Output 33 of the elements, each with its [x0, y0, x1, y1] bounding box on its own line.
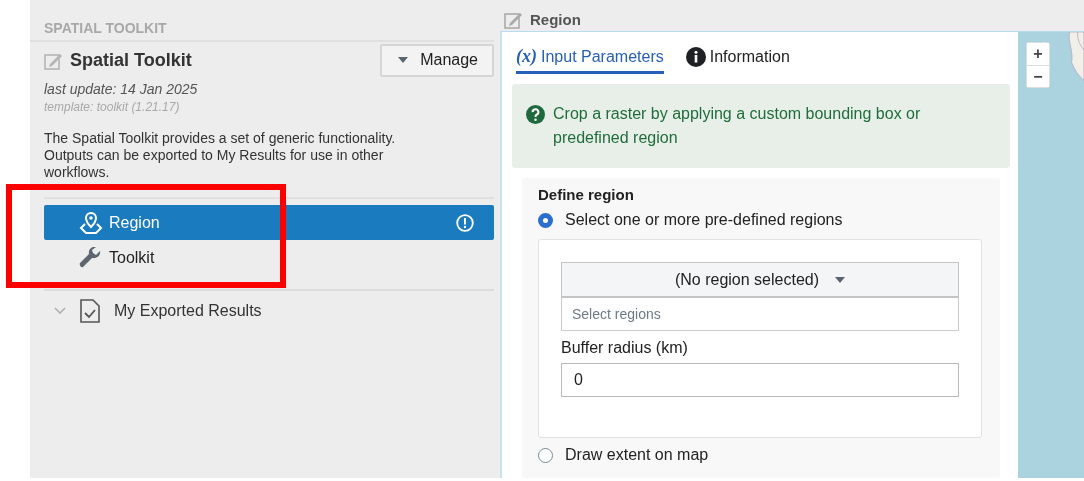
panel-title: Region: [530, 11, 581, 28]
caret-icon: [835, 276, 846, 283]
nav-item[interactable]: Toolkit: [44, 240, 494, 275]
radio-option[interactable]: Select one or more pre-defined regions: [538, 211, 982, 229]
notice-text: Crop a raster by applying a custom bounding box or predefined region: [553, 104, 922, 148]
edit-icon: [504, 10, 524, 29]
description-text: The Spatial Toolkit provides a set of generic functionality. Outputs can be exported to My Results for use in other workflows.: [44, 130, 397, 181]
toolkit-title: Spatial Toolkit: [70, 50, 192, 71]
last-update-text: last update: 14 Jan 2025: [44, 81, 199, 97]
section-title: Define region: [538, 186, 635, 203]
input-field[interactable]: 0: [561, 363, 959, 397]
document-check-icon: [80, 299, 100, 323]
nav-item[interactable]: Region: [44, 205, 494, 240]
tab[interactable]: Information: [685, 46, 790, 74]
chevron-icon[interactable]: [54, 307, 66, 315]
field-label: Buffer radius (km): [561, 339, 689, 357]
help-icon: [526, 105, 545, 124]
radio-button[interactable]: [538, 212, 553, 228]
section-header: SPATIAL TOOLKIT: [30, 0, 494, 42]
tab[interactable]: (x) Input Parameters: [516, 46, 664, 74]
caret-icon: [398, 57, 409, 63]
wrench-icon: [79, 246, 103, 269]
radio-button[interactable]: [538, 447, 553, 463]
search-field[interactable]: Select regions: [561, 298, 959, 331]
template-text: template: toolkit (1.21.17): [44, 100, 181, 114]
region-dropdown[interactable]: (No region selected): [561, 262, 959, 298]
location-pin-icon: [79, 211, 103, 234]
radio-option[interactable]: Draw extent on map: [538, 446, 982, 464]
edit-icon: [44, 51, 64, 70]
info-icon: [685, 46, 706, 67]
results-item[interactable]: My Exported Results: [114, 302, 262, 320]
zoom-out-button[interactable]: −: [1027, 65, 1049, 87]
manage-button[interactable]: Manage: [380, 44, 494, 77]
